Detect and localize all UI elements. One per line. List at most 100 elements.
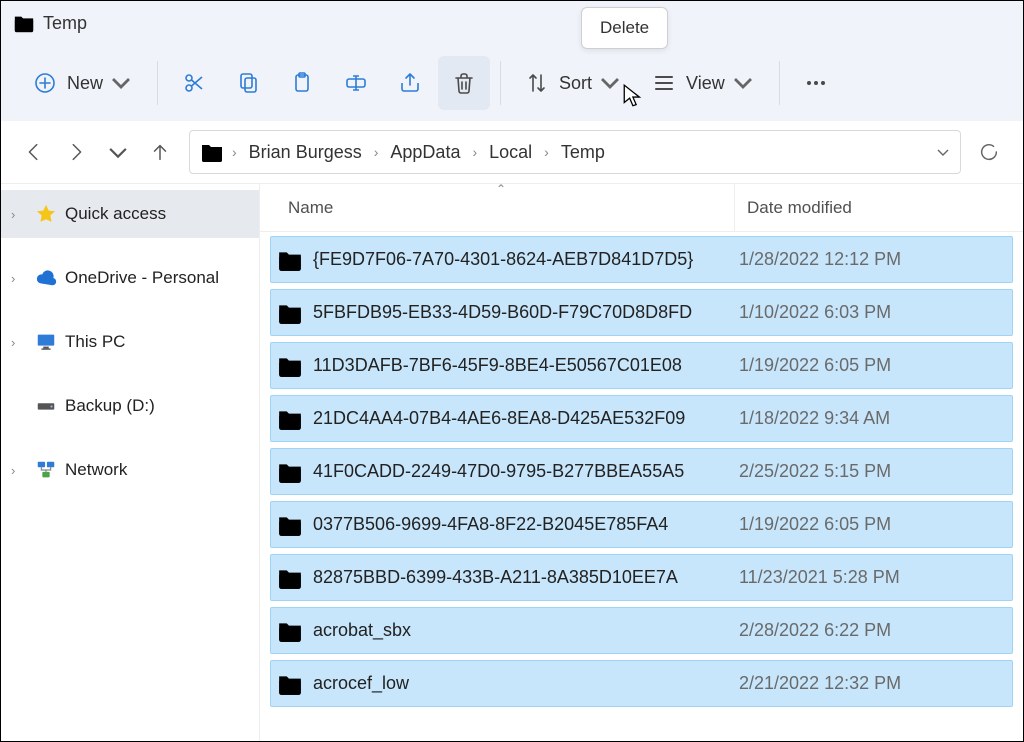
breadcrumb-sep: › bbox=[542, 144, 551, 160]
column-date[interactable]: Date modified bbox=[734, 184, 852, 231]
file-name: 41F0CADD-2249-47D0-9795-B277BBEA55A5 bbox=[313, 461, 733, 482]
sidebar-item-this-pc[interactable]: › This PC bbox=[1, 318, 259, 366]
sidebar-item-network[interactable]: › Network bbox=[1, 446, 259, 494]
new-button[interactable]: New bbox=[19, 56, 147, 110]
breadcrumb-item[interactable]: Temp bbox=[557, 142, 609, 163]
breadcrumb-item[interactable]: AppData bbox=[386, 142, 464, 163]
ellipsis-icon bbox=[804, 71, 828, 95]
sort-button[interactable]: Sort bbox=[511, 56, 636, 110]
folder-icon bbox=[277, 406, 303, 432]
table-row[interactable]: {FE9D7F06-7A70-4301-8624-AEB7D841D7D5}1/… bbox=[270, 236, 1013, 283]
folder-icon bbox=[13, 12, 35, 34]
separator bbox=[157, 61, 158, 105]
table-row[interactable]: 41F0CADD-2249-47D0-9795-B277BBEA55A52/25… bbox=[270, 448, 1013, 495]
sidebar-item-quick-access[interactable]: › Quick access bbox=[1, 190, 259, 238]
more-button[interactable] bbox=[790, 56, 842, 110]
chevron-down-icon bbox=[109, 71, 133, 95]
file-date: 1/28/2022 12:12 PM bbox=[733, 249, 901, 270]
sidebar: › Quick access › OneDrive - Personal › T… bbox=[1, 184, 259, 741]
monitor-icon bbox=[35, 331, 57, 353]
breadcrumb-item[interactable]: Local bbox=[485, 142, 536, 163]
table-row[interactable]: acrocef_low2/21/2022 12:32 PM bbox=[270, 660, 1013, 707]
table-row[interactable]: 5FBFDB95-EB33-4D59-B60D-F79C70D8D8FD1/10… bbox=[270, 289, 1013, 336]
view-list-icon bbox=[652, 71, 676, 95]
sidebar-label: Quick access bbox=[65, 204, 166, 224]
drive-icon bbox=[35, 395, 57, 417]
rename-button[interactable] bbox=[330, 56, 382, 110]
sidebar-label: This PC bbox=[65, 332, 125, 352]
breadcrumb[interactable]: › Brian Burgess › AppData › Local › Temp bbox=[189, 130, 961, 174]
file-date: 1/10/2022 6:03 PM bbox=[733, 302, 891, 323]
folder-icon bbox=[277, 618, 303, 644]
folder-icon bbox=[277, 353, 303, 379]
expand-chevron-icon[interactable]: › bbox=[11, 207, 27, 222]
table-row[interactable]: 11D3DAFB-7BF6-45F9-8BE4-E50567C01E081/19… bbox=[270, 342, 1013, 389]
clipboard-icon bbox=[290, 71, 314, 95]
scissors-icon bbox=[182, 71, 206, 95]
view-button[interactable]: View bbox=[638, 56, 769, 110]
folder-icon bbox=[277, 300, 303, 326]
expand-chevron-icon[interactable]: › bbox=[11, 335, 27, 350]
column-name[interactable]: Name bbox=[260, 198, 734, 218]
copy-icon bbox=[236, 71, 260, 95]
chevron-down-icon[interactable] bbox=[936, 145, 950, 159]
folder-icon bbox=[277, 565, 303, 591]
copy-button[interactable] bbox=[222, 56, 274, 110]
file-name: 0377B506-9699-4FA8-8F22-B2045E785FA4 bbox=[313, 514, 733, 535]
file-name: 82875BBD-6399-433B-A211-8A385D10EE7A bbox=[313, 567, 733, 588]
expand-chevron-icon[interactable]: › bbox=[11, 463, 27, 478]
table-row[interactable]: 21DC4AA4-07B4-4AE6-8EA8-D425AE532F091/18… bbox=[270, 395, 1013, 442]
file-date: 2/25/2022 5:15 PM bbox=[733, 461, 891, 482]
folder-icon bbox=[277, 459, 303, 485]
back-button[interactable] bbox=[13, 131, 55, 173]
content-pane: ⌃ Name Date modified {FE9D7F06-7A70-4301… bbox=[259, 184, 1023, 741]
table-row[interactable]: 0377B506-9699-4FA8-8F22-B2045E785FA41/19… bbox=[270, 501, 1013, 548]
chevron-down-icon bbox=[731, 71, 755, 95]
separator bbox=[779, 61, 780, 105]
toolbar: New Sort View bbox=[1, 45, 1023, 121]
trash-icon bbox=[452, 71, 476, 95]
nav-row: › Brian Burgess › AppData › Local › Temp bbox=[1, 121, 1023, 183]
folder-icon bbox=[200, 140, 224, 164]
cloud-icon bbox=[35, 267, 57, 289]
file-date: 11/23/2021 5:28 PM bbox=[733, 567, 900, 588]
file-name: 21DC4AA4-07B4-4AE6-8EA8-D425AE532F09 bbox=[313, 408, 733, 429]
file-date: 1/19/2022 6:05 PM bbox=[733, 355, 891, 376]
file-list[interactable]: {FE9D7F06-7A70-4301-8624-AEB7D841D7D5}1/… bbox=[260, 232, 1023, 741]
share-button[interactable] bbox=[384, 56, 436, 110]
share-icon bbox=[398, 71, 422, 95]
refresh-button[interactable] bbox=[967, 130, 1011, 174]
delete-button[interactable] bbox=[438, 56, 490, 110]
delete-tooltip: Delete bbox=[581, 7, 668, 49]
folder-icon bbox=[277, 671, 303, 697]
table-row[interactable]: 82875BBD-6399-433B-A211-8A385D10EE7A11/2… bbox=[270, 554, 1013, 601]
file-date: 2/21/2022 12:32 PM bbox=[733, 673, 901, 694]
chevron-down-icon bbox=[598, 71, 622, 95]
file-name: acrocef_low bbox=[313, 673, 733, 694]
sidebar-item-onedrive[interactable]: › OneDrive - Personal bbox=[1, 254, 259, 302]
breadcrumb-sep: › bbox=[230, 144, 239, 160]
folder-icon bbox=[277, 512, 303, 538]
file-date: 2/28/2022 6:22 PM bbox=[733, 620, 891, 641]
sort-indicator-icon: ⌃ bbox=[496, 182, 506, 196]
expand-chevron-icon[interactable]: › bbox=[11, 271, 27, 286]
paste-button[interactable] bbox=[276, 56, 328, 110]
forward-button[interactable] bbox=[55, 131, 97, 173]
column-header[interactable]: ⌃ Name Date modified bbox=[260, 184, 1023, 232]
new-label: New bbox=[67, 73, 103, 94]
sidebar-label: OneDrive - Personal bbox=[65, 268, 219, 288]
file-name: {FE9D7F06-7A70-4301-8624-AEB7D841D7D5} bbox=[313, 249, 733, 270]
view-label: View bbox=[686, 73, 725, 94]
recent-button[interactable] bbox=[97, 131, 139, 173]
file-name: 11D3DAFB-7BF6-45F9-8BE4-E50567C01E08 bbox=[313, 355, 733, 376]
sidebar-label: Backup (D:) bbox=[65, 396, 155, 416]
breadcrumb-item[interactable]: Brian Burgess bbox=[245, 142, 366, 163]
star-icon bbox=[35, 203, 57, 225]
sidebar-item-backup[interactable]: › Backup (D:) bbox=[1, 382, 259, 430]
up-button[interactable] bbox=[139, 131, 181, 173]
rename-icon bbox=[344, 71, 368, 95]
file-name: 5FBFDB95-EB33-4D59-B60D-F79C70D8D8FD bbox=[313, 302, 733, 323]
cut-button[interactable] bbox=[168, 56, 220, 110]
table-row[interactable]: acrobat_sbx2/28/2022 6:22 PM bbox=[270, 607, 1013, 654]
main: › Quick access › OneDrive - Personal › T… bbox=[1, 183, 1023, 741]
